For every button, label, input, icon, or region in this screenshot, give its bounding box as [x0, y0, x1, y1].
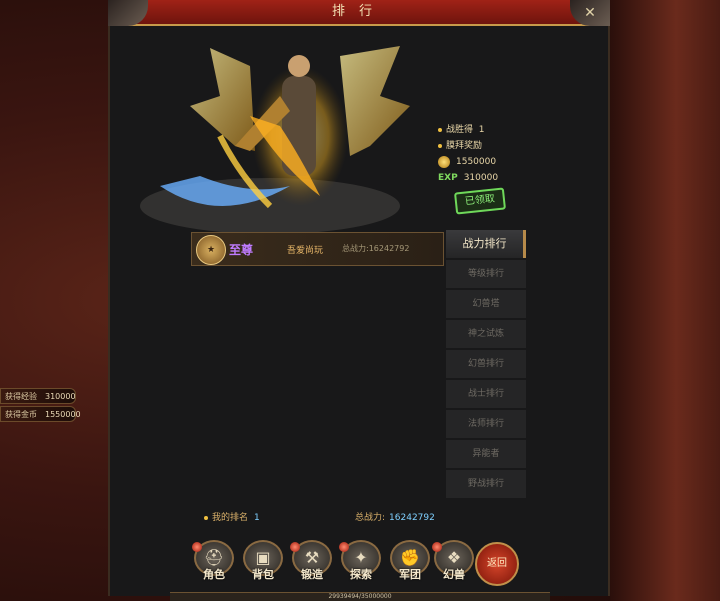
tab-beast-rank[interactable]: 幻兽排行 [446, 350, 526, 378]
player-power: 总战力:16242792 [342, 243, 409, 254]
my-power-value: 16242792 [389, 513, 435, 523]
gem-icon [339, 542, 349, 552]
my-rank-value: 1 [254, 513, 260, 523]
nav-legion[interactable]: ✊ 军团 [386, 540, 434, 592]
bottom-nav: ⛑ 角色 ▣ 背包 ⚒ 锻造 ✦ 探索 ✊ 军团 ❖ 幻兽 返回 [170, 540, 550, 592]
gold-gain-value: 1550000 [45, 410, 81, 419]
ranking-tabs: 战力排行 等级排行 幻兽塔 神之试炼 幻兽排行 战士排行 法师排行 异能者 野战… [446, 230, 526, 500]
worship-count-value: 1 [478, 125, 485, 135]
worship-reward-label: 膜拜奖励 [446, 141, 483, 151]
nav-forge[interactable]: ⚒ 锻造 [288, 540, 336, 592]
nav-character[interactable]: ⛑ 角色 [190, 540, 238, 592]
tab-esper[interactable]: 异能者 [446, 440, 526, 468]
my-power: 总战力: 16242792 [355, 510, 435, 523]
exp-gain-value: 310000 [45, 392, 76, 401]
tab-mage-rank[interactable]: 法师排行 [446, 410, 526, 438]
nav-bag-label: 背包 [252, 568, 274, 581]
nav-legion-label: 军团 [399, 568, 421, 581]
tab-power-rank[interactable]: 战力排行 [446, 230, 526, 258]
gem-icon [192, 542, 202, 552]
gem-icon [432, 542, 442, 552]
worship-reward: 战胜得 1 膜拜奖励 1550000 EXP 310000 [438, 122, 498, 186]
background-right [610, 0, 720, 601]
bullet-icon [204, 515, 208, 520]
back-button[interactable]: 返回 [475, 542, 519, 586]
power-label: 总战力: [342, 244, 369, 253]
nav-beast[interactable]: ❖ 幻兽 [430, 540, 478, 592]
nav-bag[interactable]: ▣ 背包 [239, 540, 287, 592]
bullet-icon [438, 143, 442, 148]
player-name: 吾爱尚玩 [287, 246, 324, 256]
power-value: 16242792 [368, 244, 410, 253]
my-power-label: 总战力: [355, 513, 386, 523]
my-rank-label: 我的排名 [212, 513, 249, 523]
tab-beast-tower[interactable]: 幻兽塔 [446, 290, 526, 318]
reward-gold-value: 1550000 [456, 157, 497, 167]
gold-gain-label: 获得金币 [5, 410, 37, 419]
bullet-icon [438, 127, 442, 132]
tab-field-rank[interactable]: 野战排行 [446, 470, 526, 498]
gem-icon [290, 542, 300, 552]
tab-warrior-rank[interactable]: 战士排行 [446, 380, 526, 408]
gold-coin-icon [438, 155, 450, 168]
tab-level-rank[interactable]: 等级排行 [446, 260, 526, 288]
worship-count-label: 战胜得 [446, 125, 474, 135]
gold-gain-info: 获得金币 1550000 [0, 406, 81, 422]
reward-exp-value: 310000 [463, 173, 499, 183]
exp-gain-info: 获得经验 310000 [0, 388, 76, 404]
my-rank: 我的排名 1 [204, 510, 260, 523]
nav-forge-label: 锻造 [301, 568, 323, 581]
exp-bar: 29939494/35000000 [170, 592, 550, 601]
hero-character-image [140, 46, 410, 234]
player-title: 至尊 [229, 243, 254, 257]
tab-god-trial[interactable]: 神之试炼 [446, 320, 526, 348]
close-icon: ✕ [584, 5, 596, 21]
nav-explore-label: 探索 [350, 568, 372, 581]
exp-icon: EXP [438, 173, 458, 183]
rank-medal-icon: ★ [196, 235, 226, 265]
top-player-row[interactable]: ★ 至尊 吾爱尚玩 总战力:16242792 [191, 232, 444, 266]
nav-beast-label: 幻兽 [443, 568, 465, 581]
panel-title: 排行 [110, 0, 608, 26]
exp-gain-label: 获得经验 [5, 392, 37, 401]
nav-explore[interactable]: ✦ 探索 [337, 540, 385, 592]
nav-character-label: 角色 [203, 568, 225, 581]
